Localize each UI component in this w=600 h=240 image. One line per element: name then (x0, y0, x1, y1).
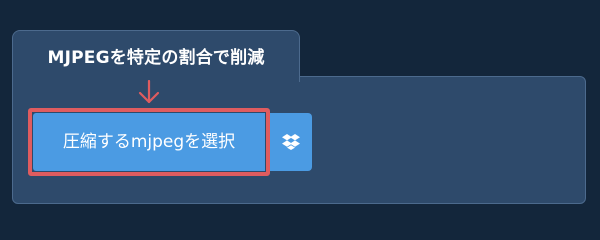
select-mjpeg-button[interactable]: 圧縮するmjpegを選択 (33, 113, 265, 171)
dropbox-button[interactable] (270, 113, 312, 171)
dropbox-icon (282, 134, 300, 150)
arrow-down-icon (138, 80, 160, 104)
tab-panel-join (13, 75, 299, 79)
tab-title: MJPEGを特定の割合で削減 (47, 48, 265, 68)
